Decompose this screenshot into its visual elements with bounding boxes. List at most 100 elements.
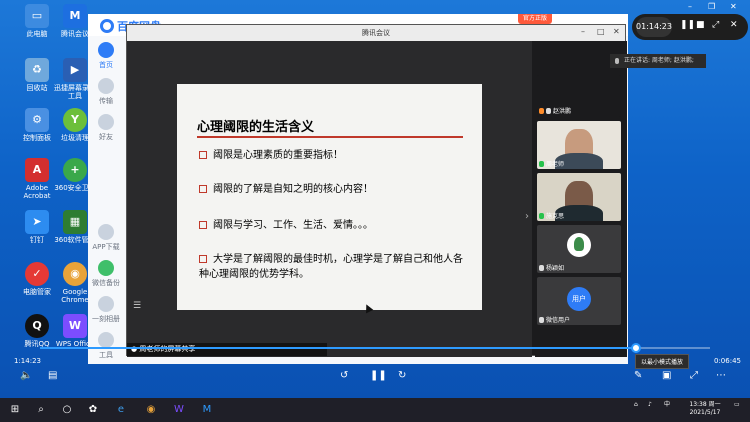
participant-card[interactable]: 施克思: [537, 173, 621, 221]
participant-name: 杨颖如: [539, 263, 564, 272]
meeting-title: 腾讯会议: [362, 29, 390, 37]
sidebar-item-album[interactable]: 一刻相册: [88, 296, 124, 324]
mic-icon: [539, 317, 544, 323]
window-close-button[interactable]: ✕: [730, 2, 737, 11]
wps-icon[interactable]: W: [172, 403, 186, 417]
meeting-icon[interactable]: M: [200, 403, 214, 417]
window-minimize-button[interactable]: –: [688, 2, 692, 11]
participant-card[interactable]: 周老师: [537, 121, 621, 169]
control-panel-icon: ⚙: [25, 108, 49, 132]
speaker-icon[interactable]: ♪: [648, 401, 652, 409]
recycle-bin-icon: ♻: [25, 58, 49, 82]
edge-icon[interactable]: e: [114, 403, 128, 417]
participant-list: 赵洪鹏 周老师 施克思 杨颖如 用户 微信用户: [535, 41, 627, 357]
notification-icon[interactable]: ▭: [734, 401, 740, 409]
video-progress-fill: [40, 347, 637, 349]
home-icon: [98, 42, 114, 58]
slide-title: 心理阈限的生活含义: [197, 120, 315, 135]
total-time: 0:06:45: [714, 357, 741, 365]
pc-manager-icon: ✓: [25, 262, 49, 286]
qq-icon: Q: [25, 314, 49, 338]
window-restore-button[interactable]: ❐: [708, 2, 715, 11]
app-icon[interactable]: ✿: [86, 403, 100, 417]
sidebar-item-app-download[interactable]: APP下载: [88, 224, 124, 252]
checkbox-bullet-icon: [199, 255, 207, 263]
slide-bullet: 大学是了解阈限的最佳时机，心理学是了解自己和他人各种心理阈限的优势学科。: [199, 254, 463, 280]
album-icon: [98, 296, 114, 312]
mini-mode-tooltip: 以最小模式播放: [635, 354, 690, 369]
mic-icon: [539, 213, 544, 219]
chrome-icon[interactable]: ◉: [144, 403, 158, 417]
checkbox-bullet-icon: [199, 221, 207, 229]
minimize-button[interactable]: –: [581, 27, 585, 36]
screen-share-area: 心理阈限的生活含义 阈限是心理素质的重要指标！ 阈限的了解是自知之明的核心内容！…: [127, 41, 532, 357]
ime-icon[interactable]: 中: [664, 401, 670, 409]
expand-icon[interactable]: ⤢: [712, 20, 719, 30]
software-icon: ▦: [63, 210, 87, 234]
close-button[interactable]: ✕: [613, 27, 620, 36]
sidebar-item-friends[interactable]: 好友: [88, 114, 124, 142]
taskbar: ⊞ ⌕ ○ ✿ e ◉ W M ⌂ ♪ 中 13:38 周一 2021/5/17…: [0, 398, 750, 422]
baidu-sidebar: 首页 传输 好友 APP下载 微信备份 一刻相册 工具: [88, 40, 124, 360]
subtitle-icon[interactable]: ▤: [48, 370, 57, 381]
user-avatar-badge: 用户: [567, 287, 591, 311]
transfer-icon: [98, 78, 114, 94]
participant-card[interactable]: 赵洪鹏: [537, 75, 621, 117]
video-progress-bar[interactable]: [40, 343, 710, 353]
participant-name: 施克思: [539, 211, 564, 220]
sidebar-item-transfer[interactable]: 传输: [88, 78, 124, 106]
vip-badge[interactable]: 官方正版: [518, 14, 553, 24]
meeting-window: 腾讯会议 – □ ✕ 心理阈限的生活含义 阈限是心理素质的重要指标！ 阈限的了解…: [126, 24, 627, 357]
speaking-indicator: 正在讲话: 周老师; 赵洪鹏;: [610, 54, 706, 68]
pause-icon[interactable]: ❚❚: [680, 20, 695, 30]
sidebar-item-home[interactable]: 首页: [88, 42, 124, 70]
search-icon[interactable]: ⌕: [34, 403, 48, 417]
list-icon[interactable]: ☰: [133, 301, 141, 311]
tools-icon: [98, 332, 114, 348]
video-progress-knob[interactable]: [631, 343, 642, 353]
meeting-timer: 01:14:23: [636, 17, 672, 37]
volume-icon[interactable]: 🔈: [20, 370, 32, 381]
friends-icon: [98, 114, 114, 130]
plant-icon: [574, 237, 584, 251]
desktop-icons: ▭ 此电脑 M 腾讯会议 ♻ 回收站 ▶ 迅捷屏幕录像工具 ⚙ 控制面板 Y 垃…: [0, 0, 100, 360]
pause-button[interactable]: ❚❚: [370, 370, 387, 381]
wps-icon: W: [63, 314, 87, 338]
participant-card[interactable]: 用户 微信用户: [537, 277, 621, 325]
windows-start-icon[interactable]: ⊞: [8, 403, 22, 417]
clock[interactable]: 13:38 周一 2021/5/17: [682, 401, 728, 417]
presentation-slide: 心理阈限的生活含义 阈限是心理素质的重要指标！ 阈限的了解是自知之明的核心内容！…: [177, 84, 482, 310]
meeting-icon: M: [63, 4, 87, 28]
sidebar-item-tools[interactable]: 工具: [88, 332, 124, 360]
chevron-right-icon[interactable]: ›: [525, 211, 529, 222]
maximize-button[interactable]: □: [597, 27, 605, 36]
close-icon[interactable]: ✕: [730, 20, 738, 30]
checkbox-bullet-icon: [199, 185, 207, 193]
pen-icon[interactable]: ✎: [634, 370, 642, 381]
mic-icon: [546, 108, 551, 114]
slide-title-underline: [197, 136, 463, 138]
checkbox-bullet-icon: [199, 151, 207, 159]
elapsed-time: 1:14:23: [14, 357, 41, 365]
forward-30-icon[interactable]: ↻: [398, 370, 406, 381]
cloud-icon: [100, 19, 114, 33]
slide-bullet: 阈限的了解是自知之明的核心内容！: [199, 182, 464, 197]
phone-icon: [98, 224, 114, 240]
user-icon: [539, 108, 544, 114]
task-view-icon[interactable]: ○: [60, 403, 74, 417]
slide-bullet: 阈限是心理素质的重要指标！: [199, 148, 464, 163]
computer-icon: ▭: [25, 4, 49, 28]
rewind-10-icon[interactable]: ↺: [340, 370, 348, 381]
share-caption: ● 周老师的屏幕共享: [127, 343, 327, 356]
mini-mode-icon[interactable]: ▣: [662, 370, 671, 381]
participant-name: 周老师: [539, 159, 564, 168]
participant-card[interactable]: 杨颖如: [537, 225, 621, 273]
stop-icon[interactable]: ■: [696, 20, 705, 30]
meeting-titlebar: 腾讯会议 – □ ✕: [127, 25, 625, 41]
sidebar-item-wechat-backup[interactable]: 微信备份: [88, 260, 124, 288]
shield-icon: +: [63, 158, 87, 182]
fullscreen-icon[interactable]: ⤢: [690, 370, 698, 381]
more-icon[interactable]: ⋯: [716, 370, 726, 381]
recorder-icon: ▶: [63, 58, 87, 82]
network-icon[interactable]: ⌂: [634, 401, 638, 409]
